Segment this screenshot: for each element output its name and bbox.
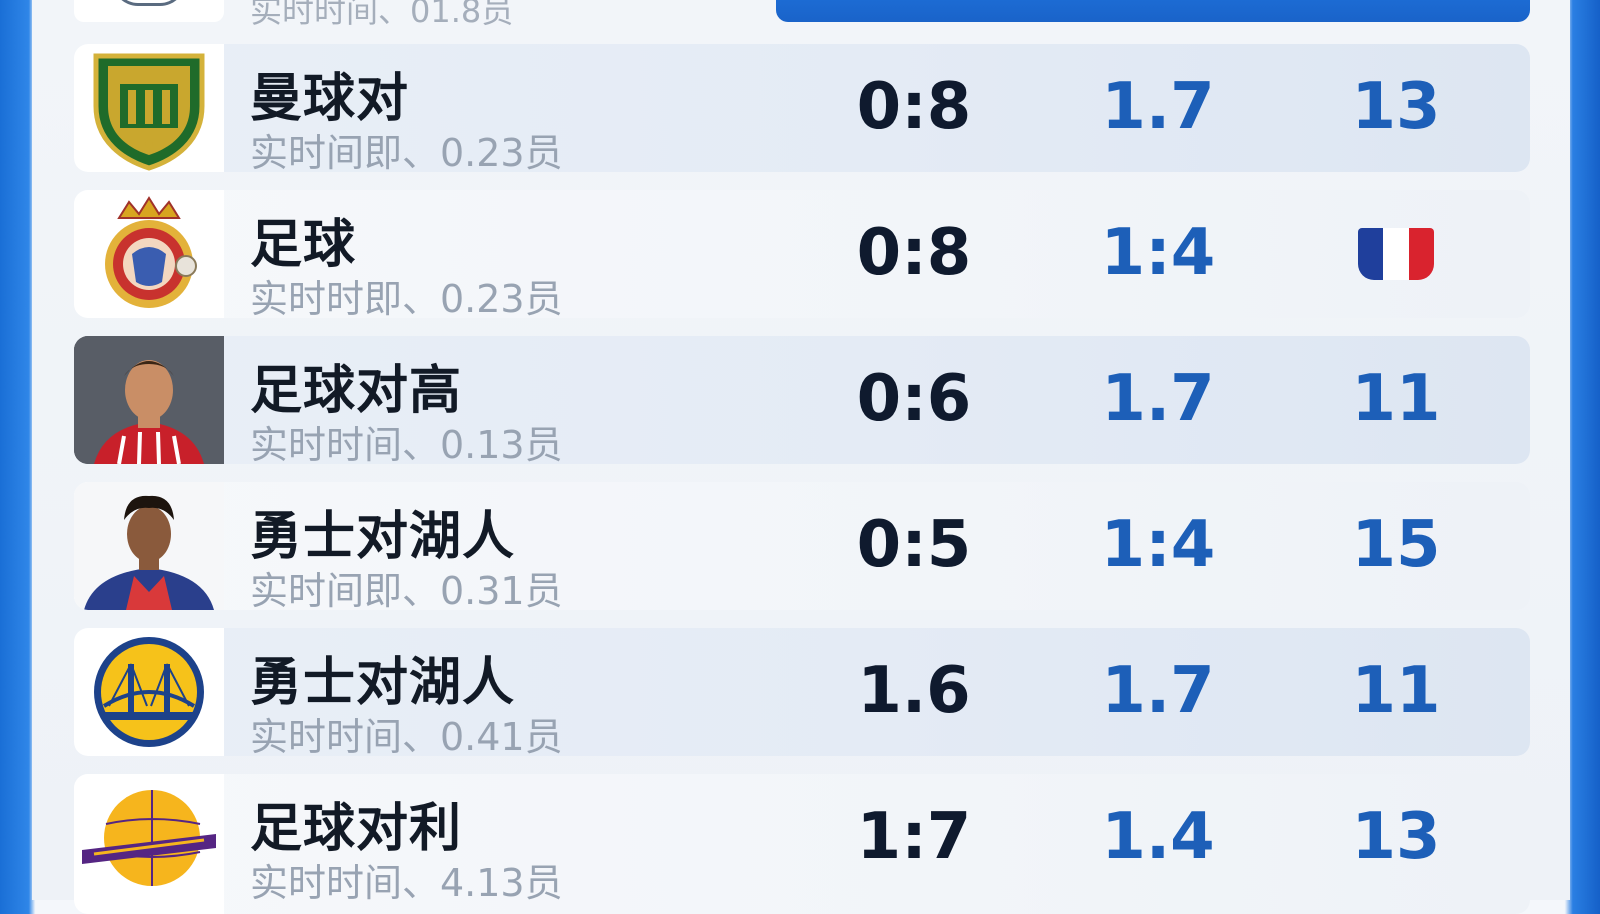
match-row[interactable]: 勇士对湖人 实时时间、0.41员 1.6 1.7 11 [74, 628, 1530, 759]
france-flag-icon [1358, 228, 1434, 280]
match-title: 曼球对 [250, 69, 410, 129]
header-bar [776, 0, 1530, 22]
match-row[interactable]: 足球对利 实时时间、4.13员 1:7 1.4 13 [74, 774, 1530, 914]
match-title: 足球对高 [250, 361, 463, 421]
match-odds: 1:4 [1100, 216, 1216, 290]
shield-crest-icon [93, 53, 205, 171]
crown-crest-icon [105, 196, 197, 308]
match-subtitle: 实时间即、0.31员 [250, 569, 563, 613]
basketball-player-icon [74, 482, 224, 610]
match-title: 足球对利 [250, 799, 463, 859]
team-logo [74, 44, 224, 172]
match-subtitle: 实时时间、0.13员 [250, 423, 563, 467]
match-title: 勇士对湖人 [250, 653, 516, 713]
match-count: 15 [1351, 508, 1441, 582]
lakers-logo-icon [82, 790, 216, 886]
match-score: 0:6 [856, 362, 972, 436]
match-title: 勇士对湖人 [250, 507, 516, 567]
match-subtitle: 实时时间、0.41员 [250, 715, 563, 759]
match-odds: 1.7 [1101, 654, 1215, 728]
crest-icon [112, 0, 186, 6]
match-count: 13 [1351, 800, 1441, 874]
match-subtitle: 实时时即、0.23员 [250, 277, 563, 321]
top-row-logo[interactable] [74, 0, 224, 22]
match-count: 13 [1351, 70, 1441, 144]
team-logo [74, 190, 224, 318]
match-row[interactable]: 足球 实时时即、0.23员 0:8 1:4 [74, 190, 1530, 321]
match-title: 足球 [250, 215, 357, 275]
match-score: 1:7 [856, 800, 972, 874]
match-subtitle: 实时时间、4.13员 [250, 861, 563, 905]
match-odds: 1.4 [1101, 800, 1215, 874]
player-photo-icon [74, 336, 224, 464]
match-odds: 1:4 [1100, 508, 1216, 582]
top-row-subtitle: 实时时间、01.8员 [250, 0, 514, 30]
match-score: 0:8 [856, 216, 972, 290]
match-score: 0:8 [856, 70, 972, 144]
match-count: 11 [1351, 654, 1441, 728]
team-logo [74, 774, 224, 914]
match-row[interactable]: 勇士对湖人 实时间即、0.31员 0:5 1:4 15 [74, 482, 1530, 613]
match-score: 0:5 [856, 508, 972, 582]
match-odds: 1.7 [1101, 70, 1215, 144]
match-row[interactable]: 曼球对 实时间即、0.23员 0:8 1.7 13 [74, 44, 1530, 175]
team-logo [74, 482, 224, 610]
team-logo [74, 628, 224, 756]
match-odds: 1.7 [1101, 362, 1215, 436]
match-subtitle: 实时间即、0.23员 [250, 131, 563, 175]
match-score: 1.6 [857, 654, 971, 728]
match-count: 11 [1351, 362, 1441, 436]
warriors-logo-icon [94, 637, 204, 747]
team-logo [74, 336, 224, 464]
match-row[interactable]: 足球对高 实时时间、0.13员 0:6 1.7 11 [74, 336, 1530, 467]
